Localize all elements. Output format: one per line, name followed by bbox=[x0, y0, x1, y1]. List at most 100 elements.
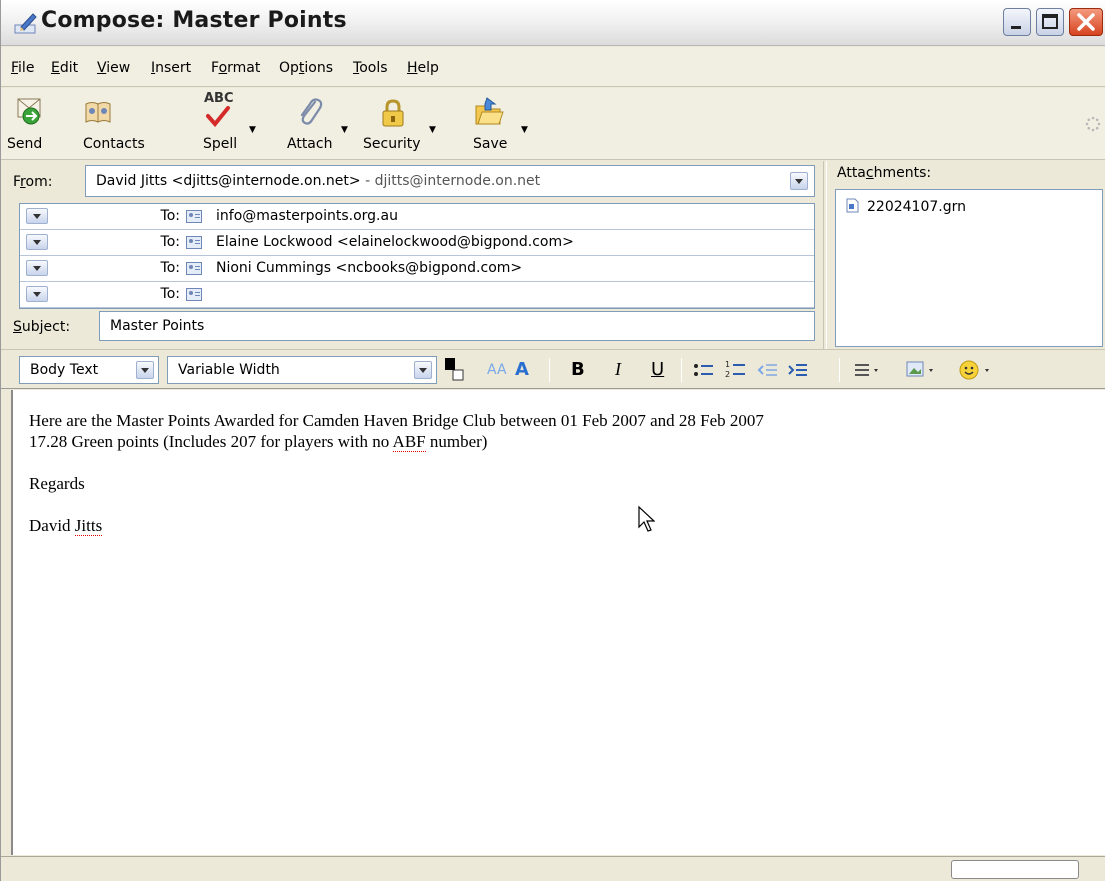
body-line: Regards bbox=[29, 474, 85, 493]
body-line: Here are the Master Points Awarded for C… bbox=[29, 411, 764, 430]
status-progress-panel bbox=[951, 860, 1079, 879]
recipient-list: To: info@masterpoints.org.au To: Elaine … bbox=[19, 203, 815, 309]
menu-view[interactable]: View bbox=[97, 60, 130, 76]
message-header: From: David Jitts <djitts@internode.on.n… bbox=[1, 161, 1105, 349]
send-icon bbox=[17, 98, 41, 125]
misspelled-word: ABF bbox=[392, 432, 426, 452]
attach-label: Attach bbox=[287, 136, 333, 152]
save-dropdown-icon[interactable]: ▼ bbox=[521, 125, 528, 135]
font-dropdown-icon[interactable] bbox=[414, 361, 432, 379]
maximize-button[interactable] bbox=[1036, 8, 1064, 36]
security-dropdown-icon[interactable]: ▼ bbox=[429, 125, 436, 135]
address-card-icon bbox=[186, 210, 202, 223]
menu-tools[interactable]: Tools bbox=[353, 60, 388, 76]
recipient-row[interactable]: To: Elaine Lockwood <elainelockwood@bigp… bbox=[20, 230, 814, 256]
compose-window: Compose: Master Points File Edit View In… bbox=[0, 0, 1105, 881]
recipient-row[interactable]: To: bbox=[20, 282, 814, 308]
toolbar-divider bbox=[549, 358, 550, 382]
close-button[interactable] bbox=[1069, 8, 1103, 36]
attachment-item[interactable]: 22024107.grn bbox=[846, 198, 966, 215]
recipient-address[interactable]: Elaine Lockwood <elainelockwood@bigpond.… bbox=[216, 234, 574, 250]
format-toolbar: Body Text Variable Width AA A B I U 1 2 bbox=[1, 349, 1105, 389]
from-label: From: bbox=[13, 174, 53, 190]
spell-button[interactable]: ABC ▼ Spell bbox=[197, 91, 261, 156]
address-card-icon bbox=[186, 236, 202, 249]
paragraph-style-value: Body Text bbox=[30, 362, 99, 378]
window-title: Compose: Master Points bbox=[41, 8, 347, 33]
recipient-type-dropdown-icon[interactable] bbox=[26, 260, 48, 276]
maximize-icon bbox=[1042, 14, 1058, 29]
recipient-type-dropdown-icon[interactable] bbox=[26, 286, 48, 302]
indent-icon[interactable] bbox=[787, 360, 809, 380]
security-button[interactable]: ▼ Security bbox=[363, 92, 439, 156]
attachments-list: 22024107.grn bbox=[835, 189, 1103, 347]
italic-icon[interactable]: I bbox=[615, 359, 621, 380]
menu-edit[interactable]: Edit bbox=[51, 60, 78, 76]
menu-file[interactable]: File bbox=[11, 60, 34, 76]
recipient-address[interactable]: Nioni Cummings <ncbooks@bigpond.com> bbox=[216, 260, 522, 276]
save-folder-icon bbox=[475, 97, 504, 125]
from-value: David Jitts <djitts@internode.on.net> - … bbox=[96, 173, 541, 189]
contacts-label: Contacts bbox=[83, 136, 145, 152]
paperclip-icon bbox=[300, 98, 323, 125]
contacts-book-icon bbox=[85, 102, 111, 123]
svg-text:1: 1 bbox=[725, 360, 730, 369]
paragraph-style-dropdown-icon[interactable] bbox=[136, 361, 154, 379]
contacts-button[interactable]: Contacts bbox=[57, 92, 145, 156]
address-card-icon bbox=[186, 288, 202, 301]
numbered-list-icon[interactable]: 1 2 bbox=[725, 359, 747, 379]
align-menu-icon[interactable] bbox=[853, 360, 883, 380]
from-account-select[interactable]: David Jitts <djitts@internode.on.net> - … bbox=[85, 165, 815, 197]
attachment-filename: 22024107.grn bbox=[867, 199, 966, 215]
body-blank-line bbox=[29, 452, 764, 473]
attachments-splitter[interactable] bbox=[823, 161, 827, 349]
recipient-address[interactable]: info@masterpoints.org.au bbox=[216, 208, 398, 224]
menu-insert[interactable]: Insert bbox=[151, 60, 191, 76]
subject-label: Subject: bbox=[13, 319, 71, 335]
outdent-icon[interactable] bbox=[757, 360, 779, 380]
toolbar-divider bbox=[681, 358, 682, 382]
bullet-list-icon[interactable] bbox=[693, 361, 715, 379]
body-line: 17.28 Green points (Includes 207 for pla… bbox=[29, 432, 488, 452]
paragraph-style-select[interactable]: Body Text bbox=[19, 356, 159, 384]
recipient-row[interactable]: To: info@masterpoints.org.au bbox=[20, 204, 814, 230]
larger-font-icon[interactable]: A bbox=[515, 359, 529, 380]
minimize-button[interactable] bbox=[1003, 8, 1031, 36]
recipient-row[interactable]: To: Nioni Cummings <ncbooks@bigpond.com> bbox=[20, 256, 814, 282]
font-value: Variable Width bbox=[178, 362, 280, 378]
mouse-pointer-icon bbox=[638, 505, 655, 532]
attachments-label: Attachments: bbox=[837, 165, 932, 181]
menu-format[interactable]: Format bbox=[211, 60, 260, 76]
attach-dropdown-icon[interactable]: ▼ bbox=[341, 125, 348, 135]
save-label: Save bbox=[473, 136, 508, 152]
send-button[interactable]: Send bbox=[7, 92, 53, 156]
close-icon bbox=[1077, 13, 1095, 31]
attach-button[interactable]: ▼ Attach bbox=[287, 92, 353, 156]
save-button[interactable]: ▼ Save bbox=[471, 92, 531, 156]
subject-input[interactable]: Master Points bbox=[99, 311, 815, 341]
recipient-type-label: To: bbox=[160, 234, 180, 250]
from-dropdown-icon[interactable] bbox=[790, 172, 808, 190]
recipient-type-label: To: bbox=[160, 260, 180, 276]
message-body-editor[interactable]: Here are the Master Points Awarded for C… bbox=[11, 390, 1105, 855]
compose-pencil-icon bbox=[14, 13, 37, 34]
recipient-type-label: To: bbox=[160, 208, 180, 224]
minimize-icon bbox=[1011, 26, 1021, 29]
spell-dropdown-icon[interactable]: ▼ bbox=[249, 125, 256, 135]
menu-options[interactable]: Options bbox=[279, 60, 333, 76]
recipient-type-label: To: bbox=[160, 286, 180, 302]
main-toolbar: Send Contacts ABC ▼ Spell ▼ Attach ▼ Sec… bbox=[1, 88, 1105, 160]
title-bar[interactable]: Compose: Master Points bbox=[1, 0, 1105, 46]
smiley-icon[interactable] bbox=[957, 358, 997, 382]
menu-help[interactable]: Help bbox=[407, 60, 439, 76]
text-color-icon[interactable] bbox=[443, 356, 465, 384]
recipient-type-dropdown-icon[interactable] bbox=[26, 208, 48, 224]
security-label: Security bbox=[363, 136, 421, 152]
underline-icon[interactable]: U bbox=[651, 359, 664, 380]
bold-icon[interactable]: B bbox=[571, 359, 585, 380]
recipient-type-dropdown-icon[interactable] bbox=[26, 234, 48, 250]
font-select[interactable]: Variable Width bbox=[167, 356, 437, 384]
smaller-font-icon[interactable]: AA bbox=[487, 362, 507, 378]
address-card-icon bbox=[186, 262, 202, 275]
insert-image-icon[interactable] bbox=[905, 359, 939, 381]
